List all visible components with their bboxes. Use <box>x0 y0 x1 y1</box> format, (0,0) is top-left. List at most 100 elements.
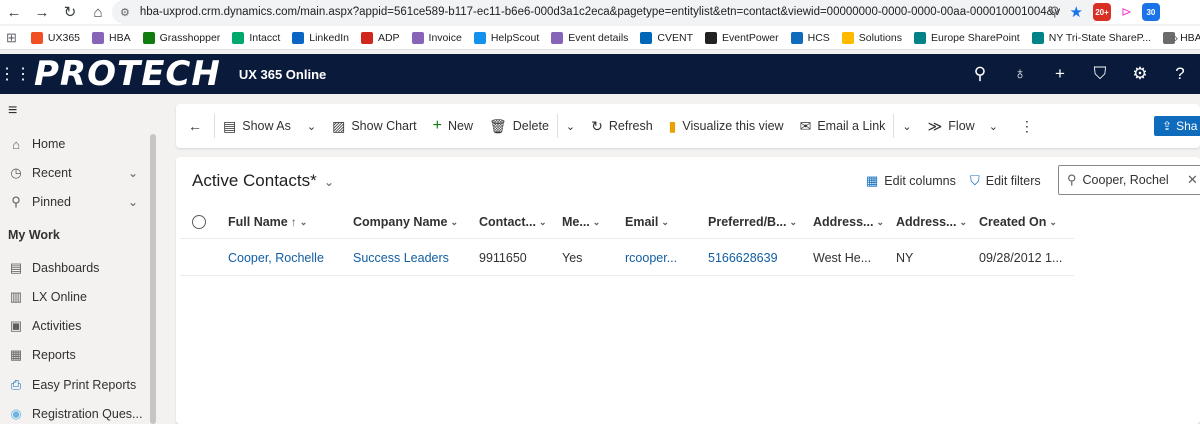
email-link-button[interactable]: ✉ Email a Link <box>792 104 894 148</box>
sidebar-item-dashboards[interactable]: ▤ Dashboards <box>0 254 148 282</box>
bookmark-item[interactable]: Intacct <box>232 31 280 44</box>
url-text[interactable]: hba-uxprod.crm.dynamics.com/main.aspx?ap… <box>140 6 1060 18</box>
chevron-down-icon[interactable]: ⌄ <box>128 166 138 180</box>
edit-columns-button[interactable]: ▦ Edit columns <box>866 173 956 189</box>
email-link-label: Email a Link <box>817 119 886 133</box>
sidebar-item-easy-print-reports[interactable]: ⎙ Easy Print Reports <box>0 371 148 399</box>
back-arrow-icon[interactable]: ← <box>0 0 28 24</box>
refresh-button[interactable]: ↻ Refresh <box>583 104 661 148</box>
chevron-down-icon: ⌄ <box>902 120 912 133</box>
bookmark-item[interactable]: LinkedIn <box>292 31 349 44</box>
bookmark-label: Europe SharePoint <box>931 31 1020 44</box>
bookmark-item[interactable]: Grasshopper <box>142 31 220 44</box>
bookmark-item[interactable]: ADP <box>360 31 400 44</box>
address-bar[interactable]: ⚙ hba-uxprod.crm.dynamics.com/main.aspx?… <box>112 0 1102 24</box>
column-header-full-name[interactable]: Full Name ↑ ⌄ <box>228 205 307 239</box>
delete-button[interactable]: 🗑 Delete <box>481 104 557 148</box>
bookmark-item[interactable]: HCS <box>790 31 830 44</box>
email-options-button[interactable]: ⌄ <box>894 104 919 148</box>
search-icon[interactable]: ⚲ <box>960 54 1000 94</box>
filter-icon[interactable]: ⛉ <box>1080 54 1120 94</box>
bookmark-item[interactable]: NY Tri-State ShareP... <box>1031 31 1151 44</box>
share-button[interactable]: ⇪ Sha <box>1154 116 1200 136</box>
bookmark-label: Invoice <box>428 31 462 44</box>
sidebar-item-recent[interactable]: ◷ Recent ⌄ <box>0 159 148 187</box>
bookmark-item[interactable]: Solutions <box>841 31 902 44</box>
sidebar-item-activities[interactable]: ▣ Activities <box>0 312 148 340</box>
bookmark-label: HelpScout <box>490 31 540 44</box>
column-header-address-city[interactable]: Address... ⌄ <box>813 205 884 239</box>
edit-filters-button[interactable]: ⛉ Edit filters <box>970 173 1041 189</box>
flow-button[interactable]: ≫ Flow ⌄ <box>920 104 1006 148</box>
cell-company-name[interactable]: Success Leaders <box>353 240 449 276</box>
column-header-address-state[interactable]: Address... ⌄ <box>896 205 967 239</box>
chevron-down-icon[interactable]: ⌄ <box>128 195 138 209</box>
bookmark-item[interactable]: UX365 <box>30 31 80 44</box>
trash-icon: 🗑 <box>489 117 507 134</box>
apps-grid-icon[interactable]: ⊞ <box>6 30 17 46</box>
zoom-icon[interactable]: ⚲ <box>1050 4 1060 20</box>
email-icon: ✉ <box>799 117 812 134</box>
cell-email[interactable]: rcooper... <box>625 240 677 276</box>
visualize-view-button[interactable]: ▮ Visualize this view <box>661 104 792 148</box>
bookmark-item[interactable]: EventPower <box>705 31 779 44</box>
show-as-label: Show As <box>242 119 291 133</box>
column-header-email[interactable]: Email ⌄ <box>625 205 669 239</box>
site-settings-icon[interactable]: ⚙ <box>120 6 130 19</box>
sidebar-item-lx-online[interactable]: ▥ LX Online <box>0 283 148 311</box>
column-header-created-on[interactable]: Created On ⌄ <box>979 205 1057 239</box>
clear-search-icon[interactable]: ✕ <box>1187 172 1198 188</box>
more-commands-button[interactable]: ⋮ <box>1006 104 1048 148</box>
help-icon[interactable]: ? <box>1160 54 1200 94</box>
app-launcher-icon[interactable]: ⋮⋮ <box>0 54 31 94</box>
view-title[interactable]: Active Contacts* <box>192 171 317 191</box>
address-bar-actions: ⚲ ★ 20+ ⊳ 30 <box>1050 0 1160 24</box>
cell-preferred-phone[interactable]: 5166628639 <box>708 240 778 276</box>
calendar-extension-icon[interactable]: 30 <box>1141 3 1160 21</box>
cell-full-name[interactable]: Cooper, Rochelle <box>228 240 324 276</box>
bookmark-item[interactable]: CVENT <box>640 31 693 44</box>
hamburger-menu-icon[interactable]: ≡ <box>8 102 17 120</box>
select-all-checkbox[interactable] <box>192 205 206 239</box>
bookmark-item[interactable]: Invoice <box>411 31 462 44</box>
share-icon: ⇪ <box>1162 119 1173 133</box>
protech-logo: PROTECH <box>34 54 221 94</box>
sidebar-scrollbar[interactable] <box>150 134 156 424</box>
more-delete-options-button[interactable]: ⌄ <box>558 104 583 148</box>
plus-icon[interactable]: + <box>1040 54 1080 94</box>
show-chart-button[interactable]: ▨ Show Chart <box>324 104 425 148</box>
cell-member: Yes <box>562 251 583 265</box>
table-row[interactable]: Cooper, Rochelle Success Leaders 9911650… <box>180 240 1074 276</box>
view-selector-chevron-icon[interactable]: ⌄ <box>324 175 334 189</box>
app-title[interactable]: UX 365 Online <box>239 67 326 82</box>
bookmark-item[interactable]: HBA Staff HELP <box>1163 31 1200 44</box>
show-as-button[interactable]: ▤ Show As ⌄ <box>215 104 324 148</box>
search-input[interactable]: ⚲ Cooper, Rochel ✕ <box>1058 165 1200 195</box>
column-header-member[interactable]: Me... ⌄ <box>562 205 600 239</box>
forward-arrow-icon[interactable]: → <box>28 0 56 24</box>
column-header-company-name[interactable]: Company Name ⌄ <box>353 205 458 239</box>
lightbulb-icon[interactable]: ♁ <box>1000 54 1040 94</box>
search-value[interactable]: Cooper, Rochel <box>1083 173 1169 187</box>
column-header-preferred[interactable]: Preferred/B... ⌄ <box>708 205 797 239</box>
extension-arrow-icon[interactable]: ⊳ <box>1121 4 1132 20</box>
sidebar-item-home[interactable]: ⌂ Home <box>0 130 148 158</box>
bookmark-item[interactable]: Europe SharePoint <box>914 31 1020 44</box>
home-icon[interactable]: ⌂ <box>84 0 112 24</box>
extension-badge[interactable]: 20+ <box>1092 3 1111 21</box>
settings-gear-icon[interactable]: ⚙ <box>1120 54 1160 94</box>
sidebar-item-registration-questions[interactable]: ◉ Registration Ques... <box>0 400 148 424</box>
bookmark-item[interactable]: Event details <box>551 31 628 44</box>
bookmark-item[interactable]: HBA <box>92 31 131 44</box>
back-button[interactable]: ← <box>176 104 214 148</box>
new-button[interactable]: + New <box>425 104 481 148</box>
column-header-contact[interactable]: Contact... ⌄ <box>479 205 547 239</box>
sidebar-item-reports[interactable]: ▦ Reports <box>0 341 148 369</box>
sidebar-item-pinned[interactable]: ⚲ Pinned ⌄ <box>0 188 148 216</box>
bookmark-star-icon[interactable]: ★ <box>1070 3 1083 21</box>
chart-icon: ▥ <box>9 289 23 304</box>
bookmark-item[interactable]: HelpScout <box>473 31 540 44</box>
bookmark-label: HBA Staff HELP <box>1180 31 1200 44</box>
more-bookmarks-icon[interactable]: » <box>1171 31 1178 45</box>
reload-icon[interactable]: ↻ <box>56 0 84 24</box>
